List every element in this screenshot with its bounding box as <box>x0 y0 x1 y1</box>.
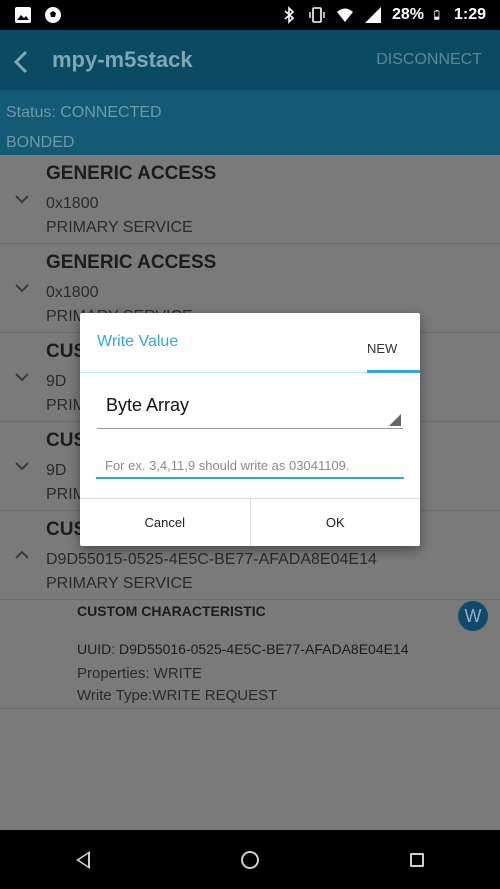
chevron-up-icon <box>14 547 30 565</box>
nav-back-icon[interactable] <box>75 850 90 869</box>
characteristic-uuid: UUID: D9D55016-0525-4E5C-BE77-AFADA8E04E… <box>77 641 409 657</box>
bond-status: BONDED <box>6 134 75 151</box>
app-bar: mpy-m5stack DISCONNECT <box>0 30 500 90</box>
chevron-down-icon <box>14 280 30 298</box>
status-bar: 28% 1:29 <box>0 0 500 30</box>
back-arrow-icon[interactable] <box>12 50 32 74</box>
ok-button[interactable]: OK <box>249 499 421 546</box>
service-type: PRIMARY SERVICE <box>46 575 193 592</box>
chevron-down-icon <box>14 191 30 209</box>
service-name: GENERIC ACCESS <box>46 163 217 184</box>
value-input[interactable] <box>96 453 404 477</box>
service-type: PRIMARY SERVICE <box>46 219 193 236</box>
tab-indicator <box>367 370 420 373</box>
dialog-buttons: Cancel OK <box>80 498 420 546</box>
format-select-value: Byte Array <box>106 395 190 415</box>
characteristic-write-type: Write Type:WRITE REQUEST <box>77 687 278 704</box>
connection-status-panel: Status: CONNECTED BONDED <box>0 90 500 155</box>
characteristic-title: CUSTOM CHARACTERISTIC <box>77 603 266 619</box>
vibrate-icon <box>309 7 325 23</box>
format-select[interactable]: Byte Array <box>97 383 403 429</box>
characteristic-item: CUSTOM CHARACTERISTIC UUID: D9D55016-052… <box>0 597 500 709</box>
chevron-down-icon <box>14 458 30 476</box>
value-input-container <box>96 453 404 479</box>
cancel-button[interactable]: Cancel <box>80 499 250 546</box>
signal-icon <box>364 7 381 23</box>
write-value-dialog: Write Value NEW Byte Array Cancel OK <box>80 313 420 546</box>
service-uuid: 0x1800 <box>46 284 99 301</box>
tab-new[interactable]: NEW <box>367 341 397 356</box>
service-uuid: 0x1800 <box>46 195 99 212</box>
characteristic-properties: Properties: WRITE <box>77 665 203 682</box>
service-uuid: 9D <box>46 373 67 390</box>
chevron-down-icon <box>14 369 30 387</box>
service-item[interactable]: GENERIC ACCESS 0x1800 PRIMARY SERVICE <box>0 155 500 244</box>
battery-icon <box>434 10 440 20</box>
soccer-ball-icon <box>45 7 61 23</box>
connection-status: Status: CONNECTED <box>6 104 162 121</box>
device-title: mpy-m5stack <box>52 47 193 72</box>
wifi-icon <box>336 8 353 22</box>
write-button[interactable]: W <box>458 601 488 631</box>
battery-percent: 28% <box>391 6 424 23</box>
service-uuid: 9D <box>46 462 67 479</box>
nav-home-icon[interactable] <box>240 850 259 869</box>
service-uuid: D9D55015-0525-4E5C-BE77-AFADA8E04E14 <box>46 551 377 568</box>
nav-recents-icon[interactable] <box>410 852 425 867</box>
disconnect-button[interactable]: DISCONNECT <box>376 51 482 69</box>
dropdown-arrow-icon <box>389 414 401 426</box>
clock: 1:29 <box>453 6 486 23</box>
image-icon <box>15 7 31 23</box>
navigation-bar <box>0 830 500 889</box>
dialog-title: Write Value <box>97 333 179 350</box>
service-name: GENERIC ACCESS <box>46 252 217 273</box>
bluetooth-icon <box>284 6 295 24</box>
